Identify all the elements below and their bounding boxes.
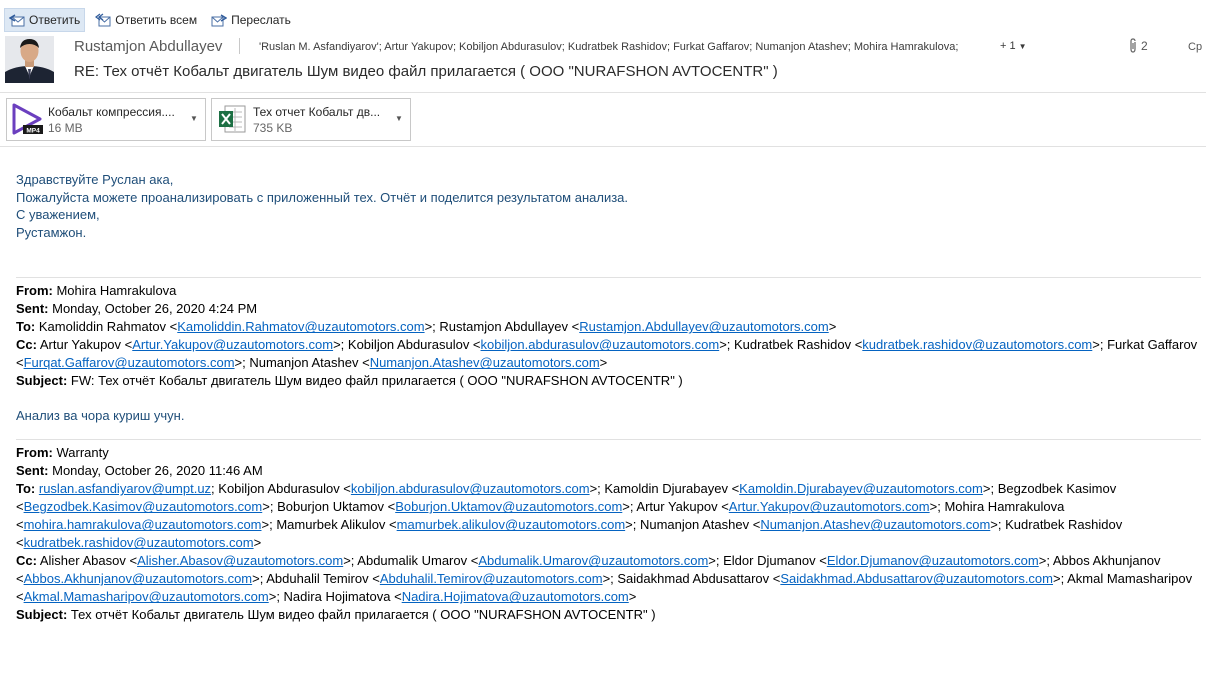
message-date: Ср — [1188, 41, 1203, 53]
quoted-cc-list: Artur Yakupov <Artur.Yakupov@uzautomotor… — [16, 337, 1198, 371]
email-link[interactable]: Abdumalik.Umarov@uzautomotors.com — [478, 553, 708, 568]
email-link[interactable]: Eldor.Djumanov@uzautomotors.com — [827, 553, 1039, 568]
subject-label: Subject: — [16, 607, 68, 623]
attachment-excel[interactable]: Тех отчет Кобальт дв... 735 KB ▼ — [211, 98, 411, 141]
cc-label: Cc: — [16, 553, 37, 569]
greeting-block: Здравствуйте Руслан ака, Пожалуйста може… — [16, 171, 1202, 241]
subject-label: Subject: — [16, 373, 68, 389]
attachment-video[interactable]: MP4 Кобальт компрессия.... 16 MB ▼ — [6, 98, 206, 141]
email-link[interactable]: Numanjon.Atashev@uzautomotors.com — [760, 517, 990, 532]
email-link[interactable]: mamurbek.alikulov@uzautomotors.com — [397, 517, 626, 532]
email-link[interactable]: kobiljon.abdurasulov@uzautomotors.com — [351, 481, 590, 496]
quoted-cc-line: Cc: Alisher Abasov <Alisher.Abasov@uzaut… — [16, 552, 1202, 606]
attachment-size: 735 KB — [253, 121, 293, 135]
quoted-to-list: ruslan.asfandiyarov@umpt.uz; Kobiljon Ab… — [16, 481, 1123, 551]
attachment-dropdown-icon[interactable]: ▼ — [190, 114, 198, 123]
reply-all-button[interactable]: Ответить всем — [91, 9, 201, 31]
email-link[interactable]: kudratbek.rashidov@uzautomotors.com — [24, 535, 254, 550]
attachment-count: 2 — [1128, 38, 1148, 54]
video-file-icon: MP4 — [12, 103, 43, 135]
email-link[interactable]: ruslan.asfandiyarov@umpt.uz — [39, 481, 211, 496]
email-link[interactable]: Furqat.Gaffarov@uzautomotors.com — [24, 355, 235, 370]
email-link[interactable]: Akmal.Mamasharipov@uzautomotors.com — [24, 589, 269, 604]
sender-avatar — [5, 36, 54, 83]
quoted-header-1: From: Mohira Hamrakulova Sent: Monday, O… — [16, 282, 1202, 390]
attachment-size: 16 MB — [48, 121, 83, 135]
email-link[interactable]: Artur.Yakupov@uzautomotors.com — [729, 499, 930, 514]
email-link[interactable]: Numanjon.Atashev@uzautomotors.com — [370, 355, 600, 370]
email-link[interactable]: kudratbek.rashidov@uzautomotors.com — [862, 337, 1092, 352]
email-link[interactable]: Boburjon.Uktamov@uzautomotors.com — [395, 499, 622, 514]
reply-label: Ответить — [29, 13, 81, 27]
message-subject: RE: Тех отчёт Кобальт двигатель Шум виде… — [74, 63, 778, 80]
more-recipients-button[interactable]: + 1 ▼ — [1000, 40, 1027, 52]
quoted-to-list: Kamoliddin Rahmatov <Kamoliddin.Rahmatov… — [38, 319, 837, 335]
sent-label: Sent: — [16, 463, 49, 479]
from-label: From: — [16, 283, 53, 299]
to-label: To: — [16, 481, 36, 497]
forward-button[interactable]: Переслать — [207, 9, 295, 31]
attachment-count-value: 2 — [1141, 39, 1148, 53]
email-link[interactable]: Artur.Yakupov@uzautomotors.com — [132, 337, 333, 352]
email-link[interactable]: mohira.hamrakulova@uzautomotors.com — [24, 517, 262, 532]
quoted-to-line: To: ruslan.asfandiyarov@umpt.uz; Kobiljo… — [16, 480, 1202, 552]
reading-pane-toolbar: Ответить Ответить всем Переслать — [4, 8, 301, 32]
to-label: To: — [16, 319, 36, 335]
quoted-sent: Monday, October 26, 2020 4:24 PM — [52, 301, 258, 317]
quoted-subject: FW: Тех отчёт Кобальт двигатель Шум виде… — [70, 373, 683, 389]
chevron-down-icon: ▼ — [1018, 42, 1027, 51]
quoted-note: Анализ ва чора куриш учун. — [16, 408, 185, 424]
email-link[interactable]: kobiljon.abdurasulov@uzautomotors.com — [481, 337, 720, 352]
more-recipients-count: + 1 — [1000, 40, 1016, 52]
attachments-separator — [0, 146, 1206, 147]
email-link[interactable]: Begzodbek.Kasimov@uzautomotors.com — [24, 499, 263, 514]
svg-text:MP4: MP4 — [26, 128, 40, 135]
reply-icon — [9, 14, 25, 27]
quote-separator — [16, 277, 1201, 279]
sent-label: Sent: — [16, 301, 49, 317]
quoted-from: Warranty — [56, 445, 109, 461]
email-link[interactable]: Saidakhmad.Abdusattarov@uzautomotors.com — [780, 571, 1053, 586]
paperclip-icon — [1130, 38, 1136, 53]
quoted-from: Mohira Hamrakulova — [56, 283, 177, 299]
email-link[interactable]: Nadira.Hojimatova@uzautomotors.com — [402, 589, 629, 604]
header-separator — [0, 92, 1206, 93]
body-line: Рустамжон. — [16, 224, 87, 240]
excel-file-icon — [219, 105, 246, 133]
quote-separator — [16, 439, 1201, 441]
email-link[interactable]: Kamoldin.Djurabayev@uzautomotors.com — [739, 481, 983, 496]
attachment-name: Кобальт компрессия.... — [48, 105, 175, 119]
email-link[interactable]: Abbos.Akhunjanov@uzautomotors.com — [24, 571, 253, 586]
quoted-to-line: To: Kamoliddin Rahmatov <Kamoliddin.Rahm… — [16, 318, 1202, 336]
from-label: From: — [16, 445, 53, 461]
forward-icon — [211, 14, 228, 27]
cc-label: Cc: — [16, 337, 37, 353]
recipients-line[interactable]: 'Ruslan M. Asfandiyarov'; Artur Yakupov;… — [259, 41, 958, 53]
reply-all-icon — [95, 13, 111, 27]
quoted-sent: Monday, October 26, 2020 11:46 AM — [52, 463, 263, 479]
email-link[interactable]: Rustamjon.Abdullayev@uzautomotors.com — [579, 319, 828, 334]
body-line: Пожалуйста можете проанализировать с при… — [16, 189, 629, 205]
body-line: С уважением, — [16, 207, 100, 223]
quoted-header-2: From: Warranty Sent: Monday, October 26,… — [16, 444, 1202, 624]
quoted-cc-list: Alisher Abasov <Alisher.Abasov@uzautomot… — [16, 553, 1193, 605]
attachment-name: Тех отчет Кобальт дв... — [253, 105, 381, 119]
attachment-dropdown-icon[interactable]: ▼ — [395, 114, 403, 123]
email-link[interactable]: Abduhalil.Temirov@uzautomotors.com — [380, 571, 603, 586]
email-link[interactable]: Kamoliddin.Rahmatov@uzautomotors.com — [177, 319, 424, 334]
sender-name[interactable]: Rustamjon Abdullayev — [74, 38, 222, 55]
reply-all-label: Ответить всем — [115, 13, 198, 27]
header-divider — [239, 38, 240, 54]
forward-label: Переслать — [231, 13, 291, 27]
quoted-subject: Тех отчёт Кобальт двигатель Шум видео фа… — [70, 607, 656, 623]
quoted-cc-line: Cc: Artur Yakupov <Artur.Yakupov@uzautom… — [16, 336, 1202, 372]
email-link[interactable]: Alisher.Abasov@uzautomotors.com — [137, 553, 343, 568]
reply-button[interactable]: Ответить — [4, 8, 86, 32]
message-body: Здравствуйте Руслан ака, Пожалуйста може… — [16, 171, 1202, 624]
body-line: Здравствуйте Руслан ака, — [16, 172, 174, 187]
